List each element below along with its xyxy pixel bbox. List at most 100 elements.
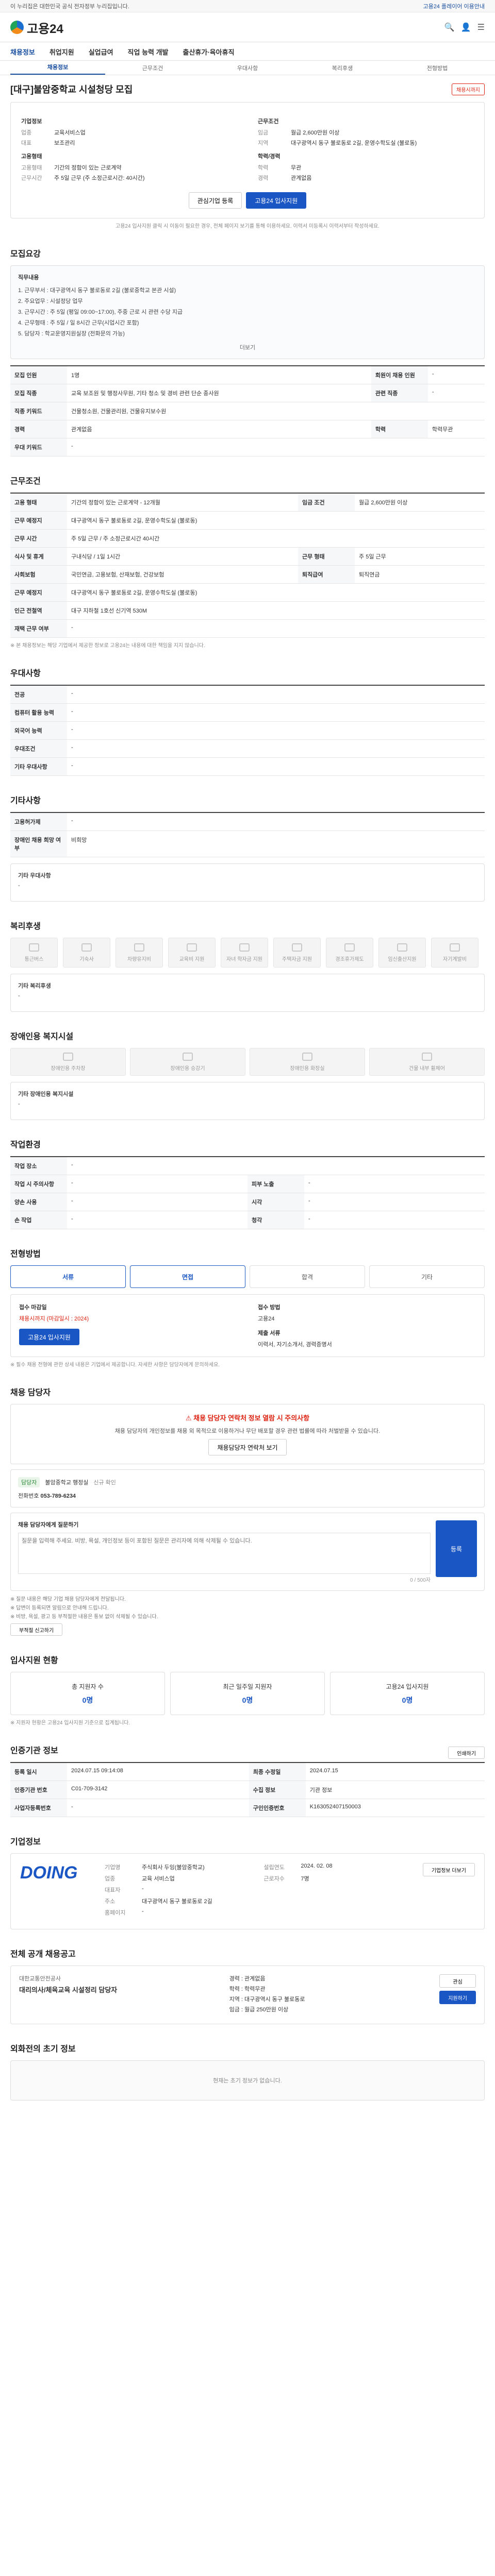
table-key: 근무 형태 [298,547,355,566]
company-detail-button[interactable]: 기업정보 더보기 [422,1863,475,1877]
welfare-icon [292,943,302,952]
table-row: 인근 전철역 대구 지하철 1호선 신기역 530M [10,601,485,620]
table-value: 국민연금, 고용보험, 산재보험, 건강보험 [67,565,299,584]
apply-button[interactable]: 고용24 입사지원 [246,192,307,209]
summary-key: 고용형태 [21,165,42,171]
table-value: 대구 지하철 1호선 신기역 530M [67,601,485,620]
qa-textarea[interactable] [18,1533,431,1574]
contact-note: ※ 질문 내용은 해당 기업 채용 담당자에게 전달됩니다. [10,1597,126,1603]
search-icon[interactable]: 🔍 [444,22,455,32]
qa-submit-button[interactable]: 등록 [436,1520,477,1578]
condition-table: 고용 형태 기간의 정함이 있는 근로계약 - 12개월 임금 조건 월급 2,600… [10,493,485,638]
welfare-icon [134,943,144,952]
section-tab[interactable]: 채용정보 [10,61,105,75]
stat-card: 최근 일주일 지원자 0명 [170,1672,325,1716]
table-value: 학력무관 [427,420,485,439]
process-section: 전형방법 서류 면접 합격 기타 접수 마감일 채용시까지 (마감일시 : 2024)… [10,1247,485,1368]
table-value: - [304,1193,485,1212]
report-button[interactable]: 부적절 신고하기 [10,1623,63,1636]
process-apply-button[interactable]: 고용24 입사지원 [19,1329,79,1346]
disabled-other: 기타 장애인용 복지시설 - [10,1082,485,1121]
more-link[interactable]: 더보기 [240,345,255,351]
table-row: 사회보험 국민연금, 고용보험, 산재보험, 건강보험 퇴직급여 퇴직연금 [10,565,485,584]
process-step: 서류 [10,1265,126,1289]
table-value: 교육 보조원 및 행정사무원, 기타 청소 및 경비 관련 단순 종사원 [67,384,371,403]
site-logo[interactable]: 고용24 [10,19,63,37]
stat-card: 총 지원자 수 0명 [10,1672,165,1716]
section-tab[interactable]: 복리후생 [295,64,390,72]
docs-value: 이력서, 자기소개서, 경력증명서 [258,1342,332,1348]
similar-job[interactable]: 대리의사/체육교육 시설정리 담당자 [19,1985,219,1994]
logo-mark-icon [10,21,24,34]
alert-desc: 채용 담당자의 개인정보를 채용 외 목적으로 이용하거나 무단 배포할 경우 … [114,1428,381,1435]
section-tab[interactable]: 근무조건 [105,64,200,72]
company-key: 주소 [105,1899,116,1905]
table-key: 작업 시 주의사항 [10,1175,67,1194]
view-contact-button[interactable]: 채용담당자 연락처 보기 [208,1439,287,1456]
table-value: 대구광역시 동구 불로동로 2길, 운영수학도실 (불로동) [67,511,485,530]
stat-value: 0명 [242,1696,253,1704]
etc-heading: 기타사항 [10,796,41,806]
similar-card[interactable]: 대한교통안전공사 대리의사/체육교육 시설정리 담당자 경력 : 관계없음 학력 … [10,1965,485,2024]
table-row: 근무 예정지 대구광역시 동구 불로동로 2길, 운영수학도실 (불로동) [10,511,485,530]
company-value: 주식회사 두잉(불암중학교) [142,1865,205,1871]
disabled-item: 장애인용 화장실 [250,1048,365,1076]
table-row: 인증기관 번호 C01-709-3142 수집 정보 기관 정보 [10,1781,485,1800]
alert-title: 채용 담당자 연락처 정보 열람 시 주의사항 [193,1414,310,1422]
similar-interest-button[interactable]: 관심 [439,1974,476,1988]
nav-item[interactable]: 채용정보 [10,47,35,57]
help-link[interactable]: 고용24 플레이어 이용안내 [423,2,485,10]
nav-item[interactable]: 직업 능력 개발 [128,47,169,57]
table-key: 최종 수정일 [249,1762,306,1782]
company-key: 홈페이지 [105,1910,126,1917]
table-key: 작업 장소 [10,1157,67,1176]
table-row: 경력 관계없음 학력 학력무관 [10,420,485,439]
section-tab[interactable]: 우대사항 [200,64,295,72]
job-desc-line: 5. 담당자 : 학교운영지원실장 (전화문의 가능) [18,330,125,337]
table-value: - [67,757,485,776]
section-tab[interactable]: 전형방법 [390,64,485,72]
summary-value: 대구광역시 동구 불로동로 2길, 운영수학도실 (불로동) [291,140,417,146]
table-value: K163052407150003 [305,1799,485,1818]
summary-key: 대표 [21,140,32,146]
menu-icon[interactable]: ☰ [477,22,485,32]
condition-section: 근무조건 고용 형태 기간의 정함이 있는 근로계약 - 12개월 임금 조건 월급 … [10,474,485,649]
summary-value: 관계없음 [291,175,312,181]
table-value: 기간의 정함이 있는 근로계약 - 12개월 [67,493,299,512]
table-row: 고용 형태 기간의 정함이 있는 근로계약 - 12개월 임금 조건 월급 2,600… [10,493,485,512]
table-key: 구인인증번호 [249,1799,306,1818]
docs-label: 제출 서류 [258,1330,280,1337]
table-row: 근무 시간 주 5일 근무 / 주 소정근로시간 40시간 [10,529,485,548]
status-badge: 채용시까지 [452,83,485,95]
print-button[interactable]: 인쇄하기 [448,1747,485,1759]
contact-section: 채용 담당자 ⚠ 채용 담당자 연락처 정보 열람 시 주의사항 채용 담당자의… [10,1385,485,1636]
welfare-other: 기타 복리후생 - [10,974,485,1012]
process-step: 기타 [369,1265,485,1289]
table-key: 기타 우대사항 [10,757,67,776]
interest-button[interactable]: 관심기업 등록 [188,192,242,209]
alert-icon: ⚠ [185,1414,192,1422]
nav-item[interactable]: 출산휴가·육아휴직 [183,47,235,57]
table-key: 외국어 능력 [10,721,67,740]
summary-key: 근무시간 [21,175,42,181]
summary-card: 기업정보 업종 교육서비스업 대표 보조관리 고용형태 고용형태 기간의 정함이 있는 근로계… [10,102,485,218]
nav-item[interactable]: 실업급여 [89,47,113,57]
table-row: 고용허가제 - [10,812,485,832]
summary-value: 교육서비스업 [54,130,86,136]
welfare-item: 교육비 지원 [168,938,216,968]
table-row: 양손 사용 - 시각 - [10,1193,485,1212]
company-value: - [142,1908,144,1915]
page-title: [대구]불암중학교 시설청당 모집 [10,84,133,95]
disabled-section: 장애인용 복지시설 장애인용 주차장 장애인용 승강기 장애인용 화장실 건물 내부 … [10,1029,485,1121]
company-card: DOING 기업명 주식회사 두잉(불암중학교) 업종 교육 서비스업 대표자 - 주소 대구… [10,1853,485,1930]
nav-item[interactable]: 취업지원 [50,47,74,57]
welfare-label: 교육비 지원 [179,956,205,962]
accessibility-icon [63,1052,73,1061]
table-key: 관련 직종 [371,384,428,403]
welfare-label: 통근버스 [24,956,44,962]
user-icon[interactable]: 👤 [461,22,471,32]
gov-banner-text: 이 누리집은 대한민국 공식 전자정부 누리집입니다. [10,4,129,10]
similar-apply-button[interactable]: 지원하기 [439,1991,476,2005]
site-header: 고용24 🔍 👤 ☰ [0,12,495,42]
prefer-heading: 우대사항 [10,669,41,679]
